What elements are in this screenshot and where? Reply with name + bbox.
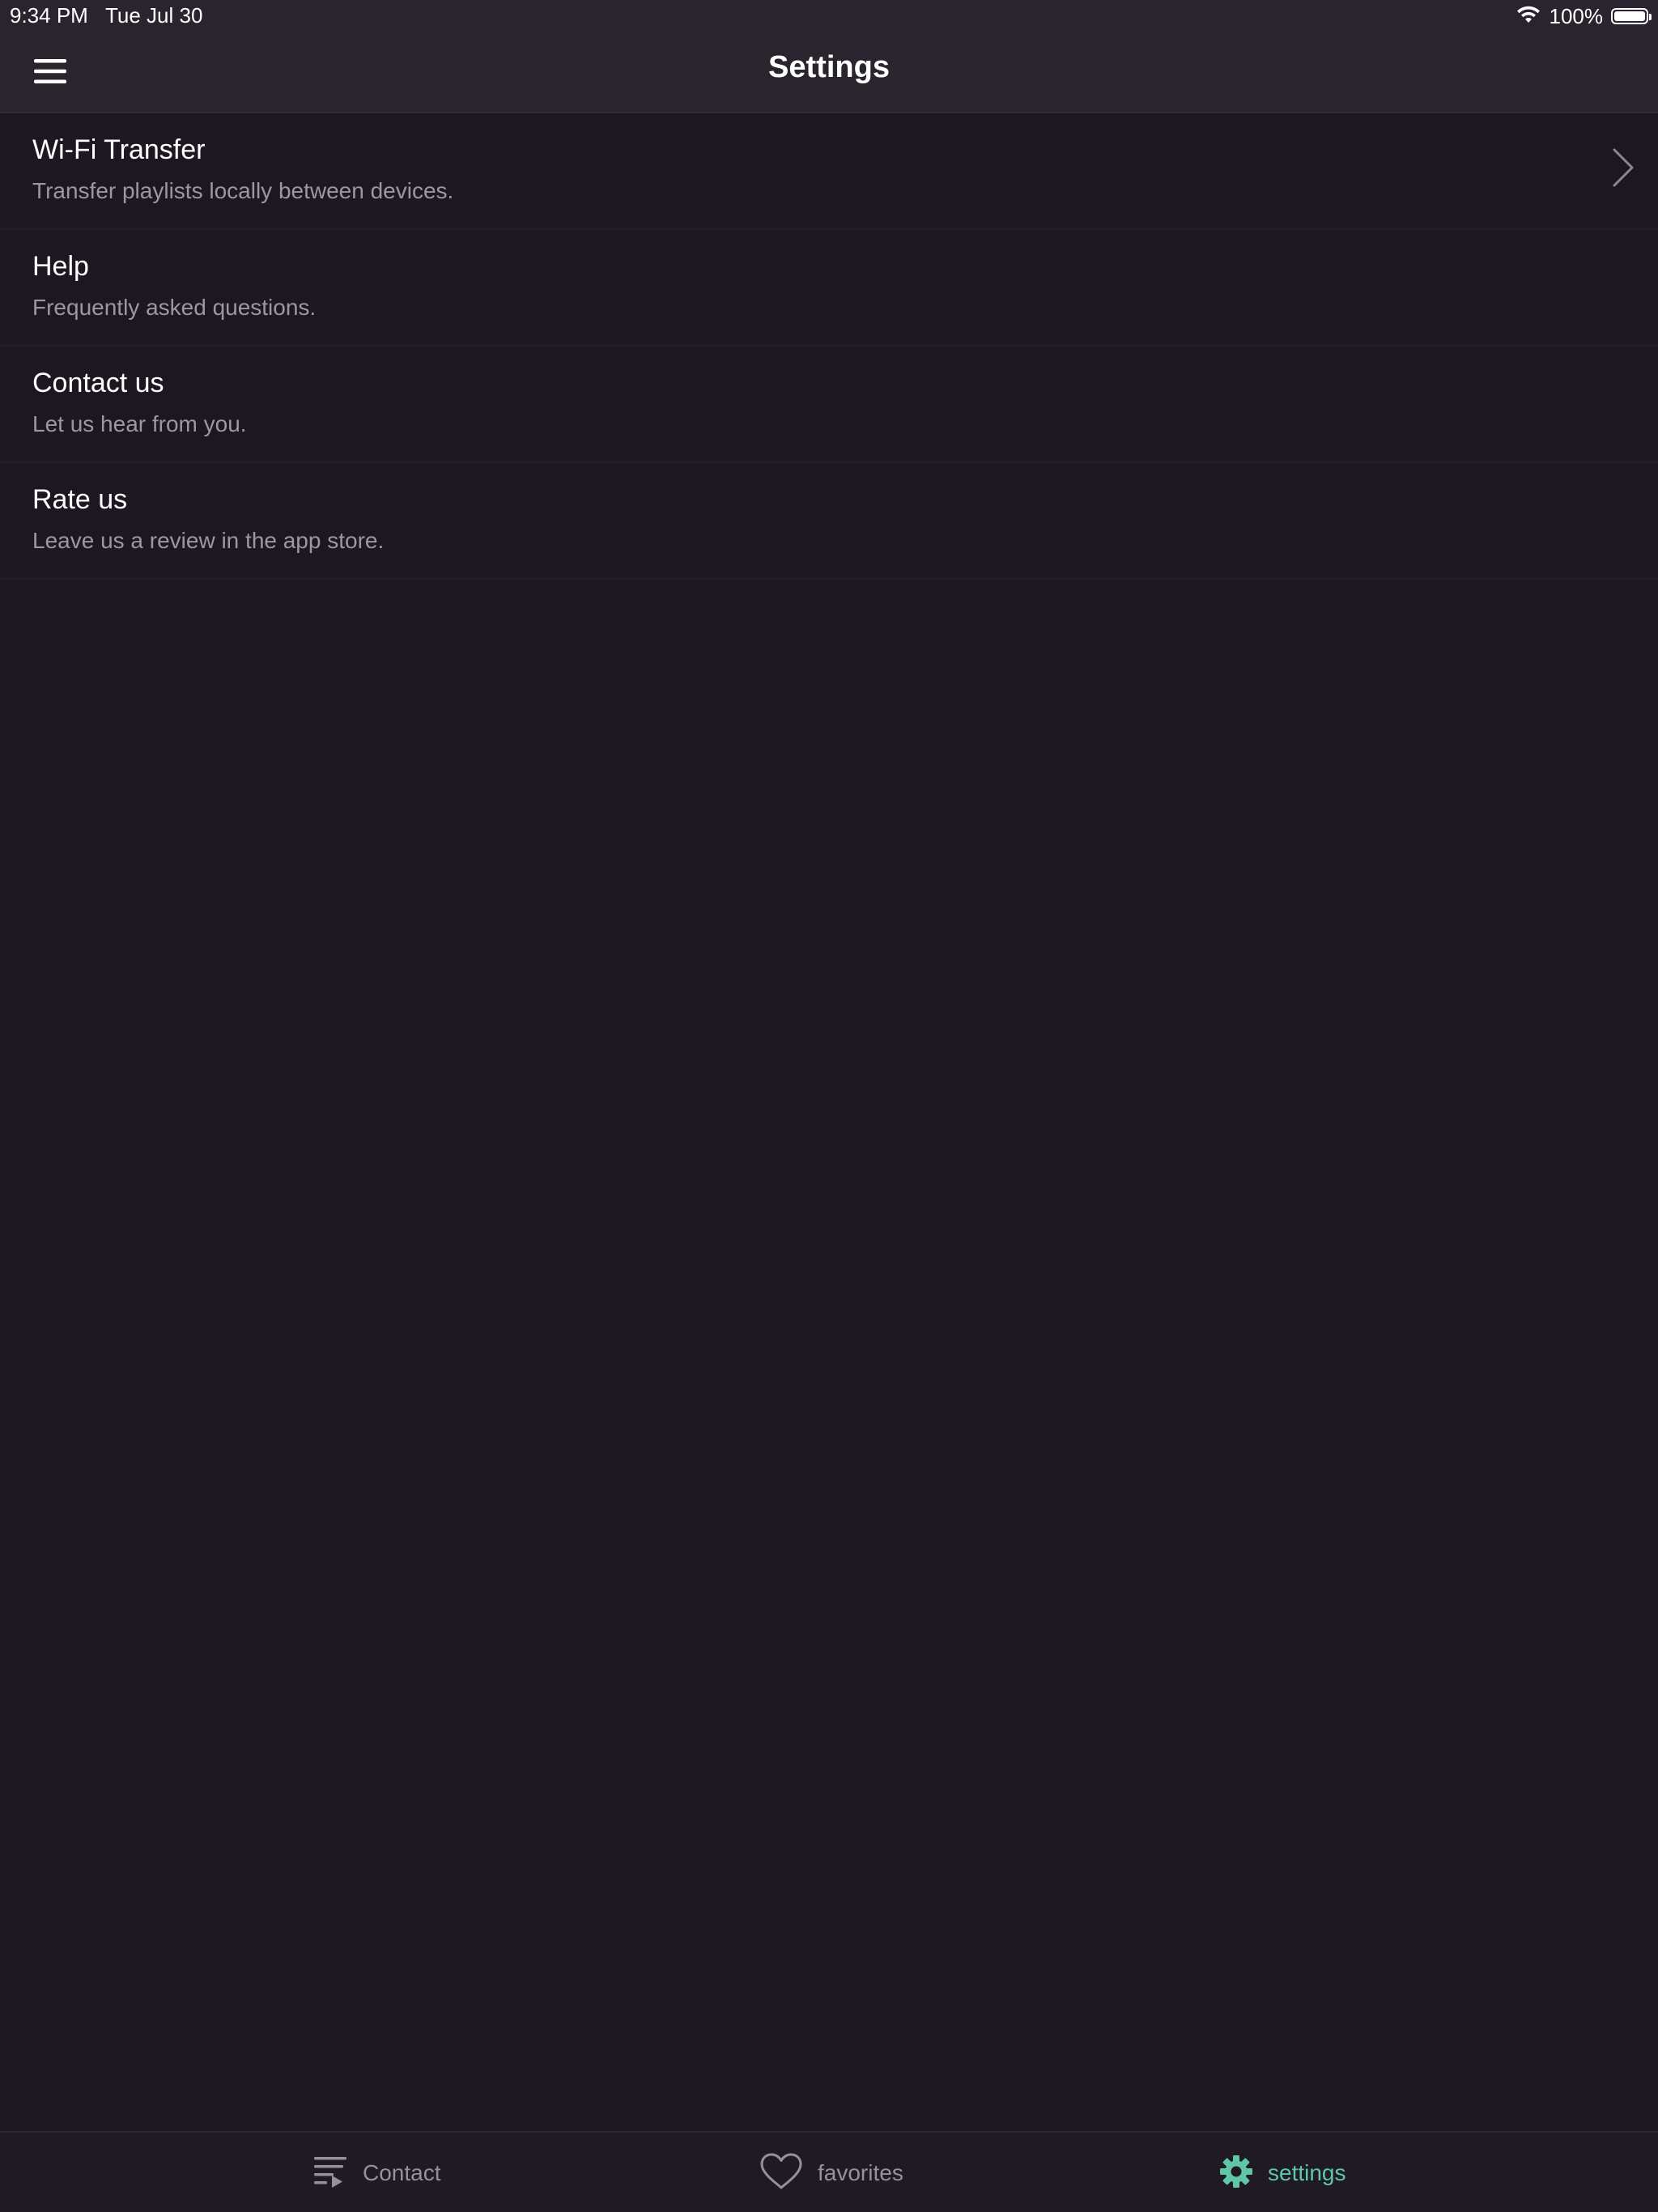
tab-label: favorites bbox=[818, 2160, 903, 2185]
status-bar: 9:34 PM Tue Jul 30 100% bbox=[0, 0, 1658, 32]
settings-item-title: Help bbox=[32, 251, 89, 282]
settings-item-subtitle: Transfer playlists locally between devic… bbox=[32, 178, 454, 203]
tab-favorites[interactable]: favorites bbox=[759, 2133, 903, 2212]
navigation-bar: Settings bbox=[0, 32, 1658, 112]
tab-contact[interactable]: Contact bbox=[312, 2133, 441, 2212]
settings-item-title: Contact us bbox=[32, 368, 164, 398]
settings-item-subtitle: Frequently asked questions. bbox=[32, 295, 317, 320]
tab-bar: Contact favorites settings bbox=[0, 2131, 1658, 2212]
settings-item-subtitle: Leave us a review in the app store. bbox=[32, 528, 385, 553]
settings-item-title: Wi-Fi Transfer bbox=[32, 134, 206, 165]
battery-percentage: 100% bbox=[1549, 3, 1604, 28]
chevron-right-icon bbox=[1611, 147, 1635, 192]
playlist-icon bbox=[312, 2155, 348, 2193]
status-indicators: 100% bbox=[1516, 3, 1652, 29]
settings-screen: 9:34 PM Tue Jul 30 100% Settings Wi-Fi T… bbox=[0, 0, 1658, 2212]
settings-list: Wi-Fi Transfer Transfer playlists locall… bbox=[0, 113, 1658, 580]
battery-cap bbox=[1649, 14, 1652, 20]
settings-item-help[interactable]: Help Frequently asked questions. bbox=[0, 230, 1658, 347]
gear-icon bbox=[1219, 2155, 1253, 2193]
top-bar: 9:34 PM Tue Jul 30 100% Settings bbox=[0, 0, 1658, 113]
status-time: 9:34 PM bbox=[10, 3, 88, 28]
settings-item-contact-us[interactable]: Contact us Let us hear from you. bbox=[0, 347, 1658, 463]
tab-settings[interactable]: settings bbox=[1219, 2133, 1346, 2212]
heart-icon bbox=[759, 2153, 803, 2194]
page-title: Settings bbox=[768, 50, 890, 84]
tab-label: Contact bbox=[363, 2160, 441, 2185]
settings-item-title: Rate us bbox=[32, 484, 128, 515]
battery-fill bbox=[1614, 11, 1645, 21]
status-date: Tue Jul 30 bbox=[105, 3, 203, 28]
settings-item-subtitle: Let us hear from you. bbox=[32, 411, 247, 436]
tab-label: settings bbox=[1268, 2160, 1346, 2185]
settings-item-rate-us[interactable]: Rate us Leave us a review in the app sto… bbox=[0, 463, 1658, 580]
battery-icon bbox=[1611, 8, 1652, 24]
settings-item-wifi-transfer[interactable]: Wi-Fi Transfer Transfer playlists locall… bbox=[0, 113, 1658, 230]
wifi-icon bbox=[1516, 5, 1541, 28]
